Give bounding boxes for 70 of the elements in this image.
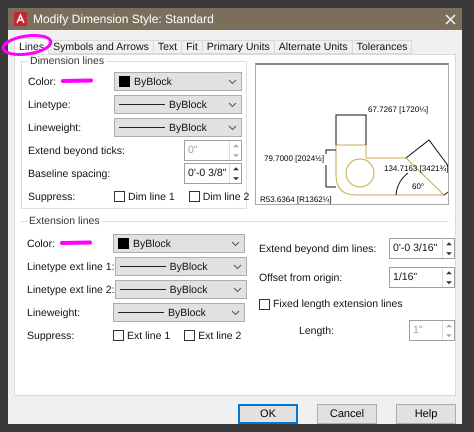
tab[interactable]: Tolerances bbox=[352, 40, 412, 54]
dimension-text: R53.6364 [R1362¼] bbox=[260, 195, 332, 204]
chevron-down-icon bbox=[228, 124, 237, 130]
tab[interactable]: Primary Units bbox=[202, 40, 275, 54]
tab[interactable]: Alternate Units bbox=[274, 40, 353, 54]
line-sample-icon bbox=[118, 312, 164, 313]
chevron-down-icon bbox=[231, 310, 240, 316]
dimension-text: 67.7267 [1720¼] bbox=[368, 105, 428, 114]
chevron-down-icon bbox=[232, 264, 242, 270]
dimension-text: 79.7000 [2024½] bbox=[264, 154, 324, 163]
line-sample-icon bbox=[119, 104, 165, 105]
checkbox[interactable] bbox=[114, 191, 125, 202]
line-dropdown[interactable]: ByBlock bbox=[114, 118, 242, 137]
field-label: Linetype ext line 1: bbox=[27, 260, 115, 272]
field-label: Length: bbox=[299, 324, 334, 336]
line-sample-icon bbox=[120, 266, 166, 267]
tab[interactable]: Text bbox=[152, 40, 182, 54]
window-title: Modify Dimension Style: Standard bbox=[33, 12, 215, 26]
highlight-stroke-drawing bbox=[59, 239, 93, 247]
field-label: Color: bbox=[27, 238, 56, 250]
checkbox-label: Fixed length extension lines bbox=[273, 298, 403, 310]
angle-text: 60° bbox=[412, 182, 424, 191]
field-label: Linetype: bbox=[28, 98, 71, 110]
line-dropdown[interactable]: ByBlock bbox=[113, 303, 245, 322]
checkbox[interactable] bbox=[188, 191, 200, 202]
dialog-button[interactable]: Help bbox=[396, 404, 456, 424]
checkbox-label: Ext line 1 bbox=[127, 330, 170, 342]
line-dropdown[interactable]: ByBlock bbox=[114, 95, 242, 114]
close-icon[interactable] bbox=[445, 14, 456, 24]
color-dropdown[interactable]: ByBlock bbox=[113, 234, 245, 253]
color-swatch bbox=[118, 238, 129, 249]
highlight-circle-drawing bbox=[2, 34, 52, 56]
field-label: Suppress: bbox=[27, 330, 74, 342]
color-dropdown[interactable]: ByBlock bbox=[114, 72, 242, 91]
line-dropdown[interactable]: ByBlock bbox=[114, 257, 247, 276]
tab[interactable]: Symbols and Arrows bbox=[48, 40, 154, 54]
spinner-field[interactable]: 0'-0 3/16" bbox=[389, 238, 455, 259]
field-label: Suppress: bbox=[28, 190, 76, 202]
field-label: Extend beyond dim lines: bbox=[259, 242, 376, 254]
line-sample-icon bbox=[119, 127, 165, 128]
checkbox[interactable] bbox=[184, 330, 196, 341]
tab[interactable]: Fit bbox=[181, 40, 203, 54]
checkbox[interactable] bbox=[113, 330, 124, 341]
group-legend: Dimension lines bbox=[28, 55, 106, 67]
chevron-down-icon bbox=[228, 78, 237, 84]
dialog-button[interactable]: Cancel bbox=[317, 404, 377, 424]
field-label: Color: bbox=[28, 76, 56, 88]
app-icon bbox=[14, 12, 27, 26]
dialog-button[interactable]: OK bbox=[238, 404, 298, 424]
spinner-field[interactable]: 1/16" bbox=[389, 267, 455, 288]
checkbox-label: Dim line 1 bbox=[128, 190, 175, 202]
field-label: Linetype ext line 2: bbox=[27, 284, 115, 296]
chevron-down-icon bbox=[232, 286, 242, 292]
field-label: Lineweight: bbox=[27, 306, 80, 318]
field-label: Baseline spacing: bbox=[28, 168, 110, 180]
checkbox-label: Dim line 2 bbox=[202, 190, 250, 202]
field-label: Lineweight: bbox=[28, 122, 82, 134]
color-swatch bbox=[119, 76, 130, 87]
field-label: Extend beyond ticks: bbox=[28, 144, 125, 156]
group-legend: Extension lines bbox=[27, 215, 102, 227]
field-label: Offset from origin: bbox=[259, 272, 342, 284]
highlight-stroke-drawing bbox=[60, 77, 94, 85]
chevron-down-icon bbox=[231, 240, 240, 246]
chevron-down-icon bbox=[228, 102, 237, 108]
dimension-text: 134.7163 [3421¾] bbox=[384, 164, 448, 173]
checkbox-label: Ext line 2 bbox=[198, 330, 242, 342]
line-dropdown[interactable]: ByBlock bbox=[114, 280, 247, 299]
checkbox[interactable] bbox=[259, 298, 270, 310]
spinner-field[interactable]: 0'-0 3/8" bbox=[184, 163, 242, 184]
line-sample-icon bbox=[120, 289, 166, 290]
